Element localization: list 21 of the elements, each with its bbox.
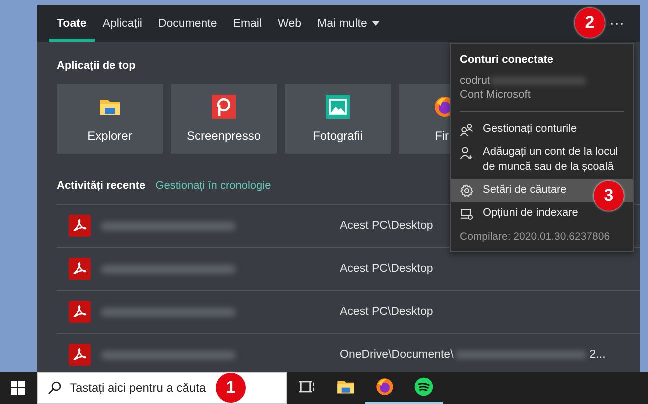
account-name: codrut	[460, 74, 491, 88]
file-location: Acest PC\Desktop	[340, 220, 434, 232]
build-version: Compilare: 2020.01.30.6237806	[459, 230, 612, 243]
file-location: 2...	[590, 349, 606, 361]
menu-item-label: Setări de căutare	[483, 183, 567, 198]
section-title: Activități recente	[57, 180, 146, 192]
section-title: Aplicații de top	[57, 60, 137, 72]
menu-title: Conturi conectate	[459, 54, 555, 68]
menu-item-label: Gestionați conturile	[483, 122, 578, 137]
app-name: Screenpresso	[186, 129, 262, 143]
menu-item-label: Opțiuni de indexare	[483, 206, 578, 221]
search-placeholder: Tastați aici pentru a căuta	[70, 381, 206, 395]
account-type: Cont Microsoft	[459, 88, 532, 102]
app-name: Fir	[435, 129, 449, 143]
file-location: OneDrive\Documente\	[340, 349, 454, 361]
menu-item-label: Adăugați un cont de la locul de muncă sau de la școală	[483, 145, 620, 175]
file-location: Acest PC\Desktop	[340, 263, 434, 275]
callout-number: 3	[594, 181, 624, 211]
app-name: Fotografii	[312, 129, 364, 143]
app-name: Explorer	[88, 129, 132, 143]
file-location: Acest PC\Desktop	[340, 306, 434, 318]
